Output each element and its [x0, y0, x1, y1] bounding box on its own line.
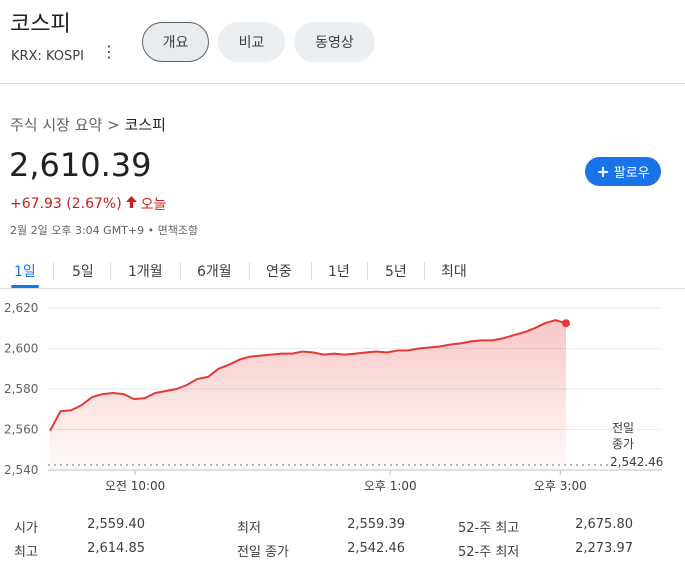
- x-axis-ticks: 오전 10:00 오후 1:00 오후 3:00: [105, 470, 587, 493]
- stat-label: 시가: [14, 521, 38, 536]
- range-tab-5y[interactable]: 5년: [385, 256, 407, 286]
- range-tab-1d[interactable]: 1일: [14, 256, 36, 286]
- stat-label: 최고: [14, 545, 38, 560]
- tab-separator: [180, 262, 181, 280]
- tab-separator: [424, 262, 425, 280]
- previous-close-label-line2: 종가: [612, 437, 634, 451]
- stat-value: 2,675.80: [575, 517, 633, 532]
- tab-overview-label: 개요: [162, 35, 189, 51]
- range-tabs-divider: [0, 288, 685, 289]
- stat-label: 최저: [237, 521, 261, 536]
- header-divider: [0, 83, 685, 84]
- stat-label: 52-주 최고: [458, 521, 520, 536]
- tab-separator: [110, 262, 111, 280]
- last-price-point: [562, 319, 570, 328]
- tab-separator: [249, 262, 250, 280]
- range-tab-label: 1개월: [128, 264, 163, 280]
- stat-value: 2,559.40: [87, 517, 145, 532]
- x-tick-label: 오전 10:00: [105, 479, 165, 493]
- stat-value: 2,559.39: [347, 517, 405, 532]
- follow-button[interactable]: + 팔로우: [585, 157, 661, 186]
- plus-icon: +: [596, 161, 610, 181]
- breadcrumb: 주식 시장 요약 > 코스피: [10, 114, 166, 135]
- price-change-period: 오늘: [140, 197, 167, 213]
- tab-videos-label: 동영상: [315, 35, 354, 51]
- price-change: +67.93 (2.67%) 오늘: [10, 194, 166, 214]
- tab-videos[interactable]: 동영상: [294, 22, 375, 62]
- x-tick-label: 오후 1:00: [364, 479, 417, 493]
- range-tab-label: 연중: [266, 264, 292, 280]
- range-tab-5d[interactable]: 5일: [72, 256, 94, 286]
- selected-tab-indicator: [11, 285, 39, 288]
- range-tab-label: 5일: [72, 264, 94, 280]
- previous-close-label-line1: 전일: [612, 421, 634, 435]
- range-tab-label: 1일: [14, 264, 36, 280]
- x-tick-label: 오후 3:00: [534, 479, 587, 493]
- y-axis-ticks: 2,620 2,600 2,580 2,560 2,540: [4, 301, 38, 477]
- tab-overview[interactable]: 개요: [142, 22, 209, 62]
- price-chart[interactable]: 2,620 2,600 2,580 2,560 2,540 오전 10:00 오후 1:0…: [0, 290, 685, 500]
- ticker-symbol: KRX: KOSPI: [11, 49, 84, 64]
- more-options-icon[interactable]: ⋮: [101, 44, 117, 60]
- range-tab-1m[interactable]: 1개월: [128, 256, 163, 286]
- y-tick-label: 2,580: [4, 382, 38, 396]
- tab-separator: [367, 262, 368, 280]
- y-tick-label: 2,600: [4, 342, 38, 356]
- quote-timestamp: 2월 2일 오후 3:04 GMT+9 • 면책조항: [10, 224, 199, 237]
- stat-label: 전일 종가: [237, 545, 289, 560]
- follow-label: 팔로우: [613, 166, 650, 181]
- tab-separator: [53, 262, 54, 280]
- y-tick-label: 2,620: [4, 301, 38, 315]
- breadcrumb-current: 코스피: [124, 116, 166, 134]
- page-title: 코스피: [10, 12, 71, 37]
- range-tab-6m[interactable]: 6개월: [197, 256, 232, 286]
- range-tab-label: 1년: [328, 264, 350, 280]
- range-tab-label: 6개월: [197, 264, 232, 280]
- previous-close-value: 2,542.46: [610, 455, 663, 469]
- stat-value: 2,614.85: [87, 541, 145, 556]
- breadcrumb-separator: >: [107, 116, 120, 134]
- range-tab-1y[interactable]: 1년: [328, 256, 350, 286]
- tab-compare-label: 비교: [238, 35, 265, 51]
- tab-separator: [311, 262, 312, 280]
- price-change-value: +67.93 (2.67%): [10, 196, 122, 212]
- breadcrumb-parent[interactable]: 주식 시장 요약: [10, 116, 102, 134]
- arrow-up-icon: [125, 196, 137, 212]
- y-tick-label: 2,540: [4, 463, 38, 477]
- tab-compare[interactable]: 비교: [218, 22, 285, 62]
- range-tab-label: 최대: [441, 264, 467, 280]
- current-price: 2,610.39: [9, 146, 152, 184]
- range-tab-ytd[interactable]: 연중: [266, 256, 292, 286]
- stat-label: 52-주 최저: [458, 545, 520, 560]
- range-tabs: 1일 5일 1개월 6개월 연중 1년 5년 최대: [0, 256, 685, 288]
- y-tick-label: 2,560: [4, 423, 38, 437]
- stat-value: 2,273.97: [575, 541, 633, 556]
- range-tab-max[interactable]: 최대: [441, 256, 467, 286]
- range-tab-label: 5년: [385, 264, 407, 280]
- stat-value: 2,542.46: [347, 541, 405, 556]
